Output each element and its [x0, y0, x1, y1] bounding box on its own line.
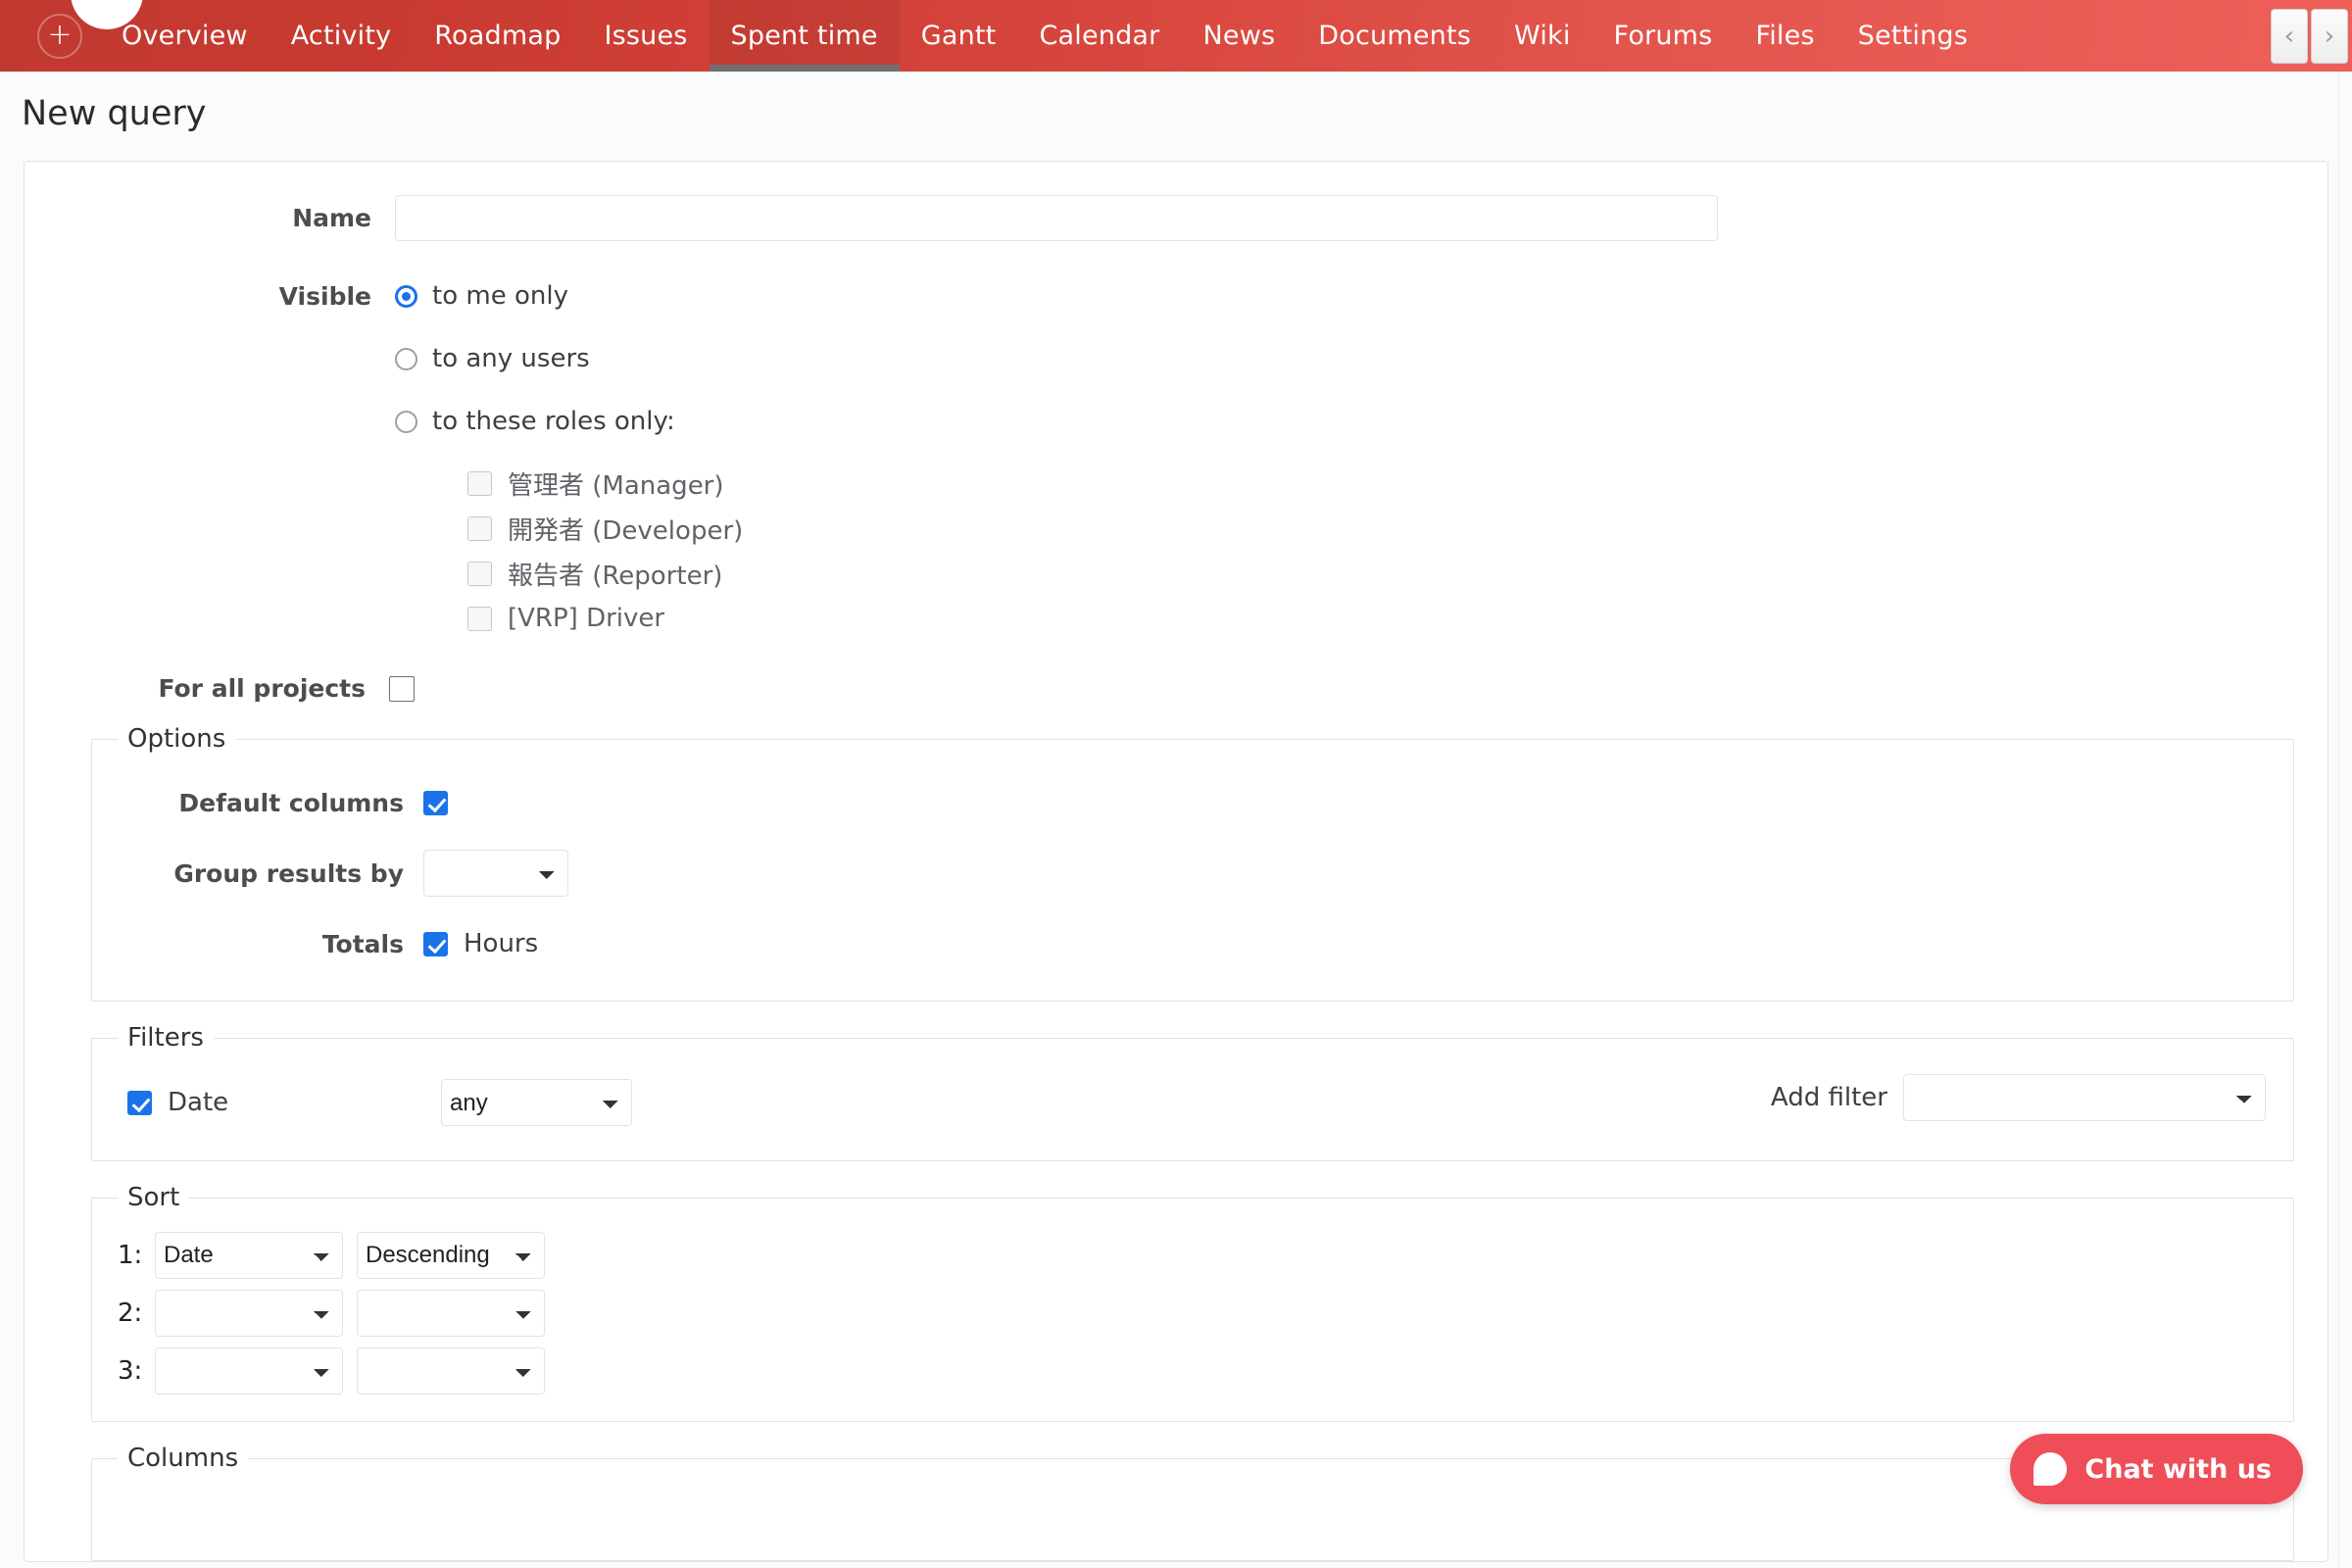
tab-documents[interactable]: Documents	[1297, 0, 1493, 72]
sort-row-2: 2:	[112, 1284, 2274, 1342]
tab-overview[interactable]: Overview	[100, 0, 270, 72]
chat-with-us-button[interactable]: Chat with us	[2010, 1434, 2303, 1504]
role-item-manager[interactable]: 管理者 (Manager)	[24, 461, 2328, 506]
for-all-projects-label: For all projects	[158, 674, 366, 703]
tab-files[interactable]: Files	[1734, 0, 1836, 72]
role-label: 開発者 (Developer)	[508, 515, 744, 546]
radio-to-these-roles-only[interactable]	[395, 410, 417, 433]
tab-news[interactable]: News	[1181, 0, 1297, 72]
name-row: Name	[24, 195, 2328, 241]
role-checkbox-list: 管理者 (Manager) 開発者 (Developer) 報告者 (Repor…	[24, 461, 2328, 641]
visible-option-to-any-users[interactable]: to any users	[395, 327, 675, 390]
nav-scroll-controls: ‹ ›	[2271, 8, 2348, 64]
checkbox-default-columns[interactable]	[423, 790, 448, 815]
checkbox-role-vrp-driver[interactable]	[467, 606, 492, 631]
radio-to-any-users[interactable]	[395, 347, 417, 370]
totals-row: Totals Hours	[112, 908, 2274, 979]
filters-legend: Filters	[127, 1023, 204, 1053]
tab-issues[interactable]: Issues	[582, 0, 709, 72]
sort-fieldset: Sort 1: Date Descending 2: 3:	[91, 1183, 2294, 1422]
page-content: New query Name Visible to me only to any…	[0, 72, 2352, 1568]
name-label: Name	[292, 204, 371, 232]
tab-roadmap[interactable]: Roadmap	[413, 0, 582, 72]
role-label: 報告者 (Reporter)	[508, 561, 723, 591]
totals-label: Totals	[321, 929, 404, 958]
page-scrollbar[interactable]	[2338, 72, 2352, 1568]
visible-option-to-me-only[interactable]: to me only	[395, 265, 675, 327]
visible-option-to-these-roles[interactable]: to these roles only:	[395, 390, 675, 453]
page-title: New query	[22, 94, 207, 133]
sort-field-select-3[interactable]	[155, 1347, 343, 1395]
sort-direction-select-2[interactable]	[357, 1289, 545, 1337]
default-columns-row: Default columns	[112, 767, 2274, 838]
visible-option-label: to these roles only:	[432, 407, 675, 436]
sort-index-2: 2:	[118, 1298, 143, 1328]
visible-row: Visible to me only to any users to these…	[24, 265, 2328, 453]
sort-direction-select-1[interactable]: Descending	[357, 1231, 545, 1279]
filter-operator-date-select[interactable]: any	[441, 1079, 632, 1126]
checkbox-for-all-projects[interactable]	[389, 675, 415, 702]
checkbox-role-reporter[interactable]	[467, 561, 492, 586]
add-button[interactable]: +	[37, 13, 82, 59]
add-filter-label: Add filter	[1770, 1083, 1887, 1112]
add-filter-group: Add filter	[1771, 1074, 2266, 1121]
checkbox-role-manager[interactable]	[467, 470, 492, 496]
name-input[interactable]	[395, 195, 1718, 241]
visible-label: Visible	[278, 282, 371, 311]
filter-toggle-date[interactable]: Date	[112, 1088, 423, 1117]
sort-row-1: 1: Date Descending	[112, 1226, 2274, 1284]
visible-option-label: to me only	[432, 281, 568, 311]
sort-row-3: 3:	[112, 1342, 2274, 1399]
add-filter-select[interactable]	[1903, 1074, 2266, 1121]
chevron-right-icon[interactable]: ›	[2311, 8, 2348, 64]
role-item-vrp-driver[interactable]: [VRP] Driver	[24, 596, 2328, 641]
group-results-by-label: Group results by	[173, 858, 404, 888]
chat-with-us-label: Chat with us	[2084, 1453, 2272, 1485]
checkbox-totals-hours[interactable]	[423, 931, 448, 956]
sort-legend: Sort	[127, 1183, 180, 1212]
filters-fieldset: Filters Date any Add filter	[91, 1023, 2294, 1161]
sort-index-3: 3:	[118, 1355, 143, 1386]
group-results-by-select[interactable]	[423, 850, 568, 897]
default-columns-label: Default columns	[178, 788, 404, 817]
sort-direction-select-3[interactable]	[357, 1347, 545, 1395]
sort-field-select-1[interactable]: Date	[155, 1231, 343, 1279]
tab-wiki[interactable]: Wiki	[1493, 0, 1592, 72]
tab-calendar[interactable]: Calendar	[1017, 0, 1181, 72]
group-results-by-row: Group results by	[112, 838, 2274, 908]
tab-settings[interactable]: Settings	[1837, 0, 1989, 72]
tab-forums[interactable]: Forums	[1592, 0, 1735, 72]
query-form-panel: Name Visible to me only to any users to …	[24, 161, 2328, 1562]
filter-label-date: Date	[168, 1088, 229, 1117]
options-fieldset: Options Default columns Group results by…	[91, 724, 2294, 1002]
checkbox-filter-date[interactable]	[127, 1090, 152, 1115]
nav-tab-list: Overview Activity Roadmap Issues Spent t…	[100, 0, 2271, 72]
checkbox-role-developer[interactable]	[467, 515, 492, 541]
role-label: [VRP] Driver	[508, 604, 665, 633]
role-label: 管理者 (Manager)	[508, 470, 724, 501]
tab-activity[interactable]: Activity	[270, 0, 414, 72]
visible-option-label: to any users	[432, 344, 590, 373]
sort-index-1: 1:	[118, 1240, 143, 1270]
visible-options: to me only to any users to these roles o…	[395, 265, 675, 453]
columns-legend: Columns	[127, 1444, 239, 1473]
role-item-reporter[interactable]: 報告者 (Reporter)	[24, 551, 2328, 596]
for-all-projects-row: For all projects	[24, 674, 2328, 703]
chevron-left-icon[interactable]: ‹	[2271, 8, 2308, 64]
tab-spent-time[interactable]: Spent time	[709, 0, 900, 72]
sort-field-select-2[interactable]	[155, 1289, 343, 1337]
chat-bubble-icon	[2034, 1452, 2068, 1486]
radio-to-me-only[interactable]	[395, 284, 417, 308]
totals-hours-label: Hours	[464, 929, 539, 958]
filter-row-date: Date any Add filter	[112, 1066, 2274, 1139]
tab-gantt[interactable]: Gantt	[900, 0, 1018, 72]
columns-fieldset: Columns	[91, 1444, 2294, 1561]
role-item-developer[interactable]: 開発者 (Developer)	[24, 506, 2328, 551]
options-legend: Options	[127, 724, 226, 754]
project-top-navigation: + Overview Activity Roadmap Issues Spent…	[0, 0, 2352, 72]
